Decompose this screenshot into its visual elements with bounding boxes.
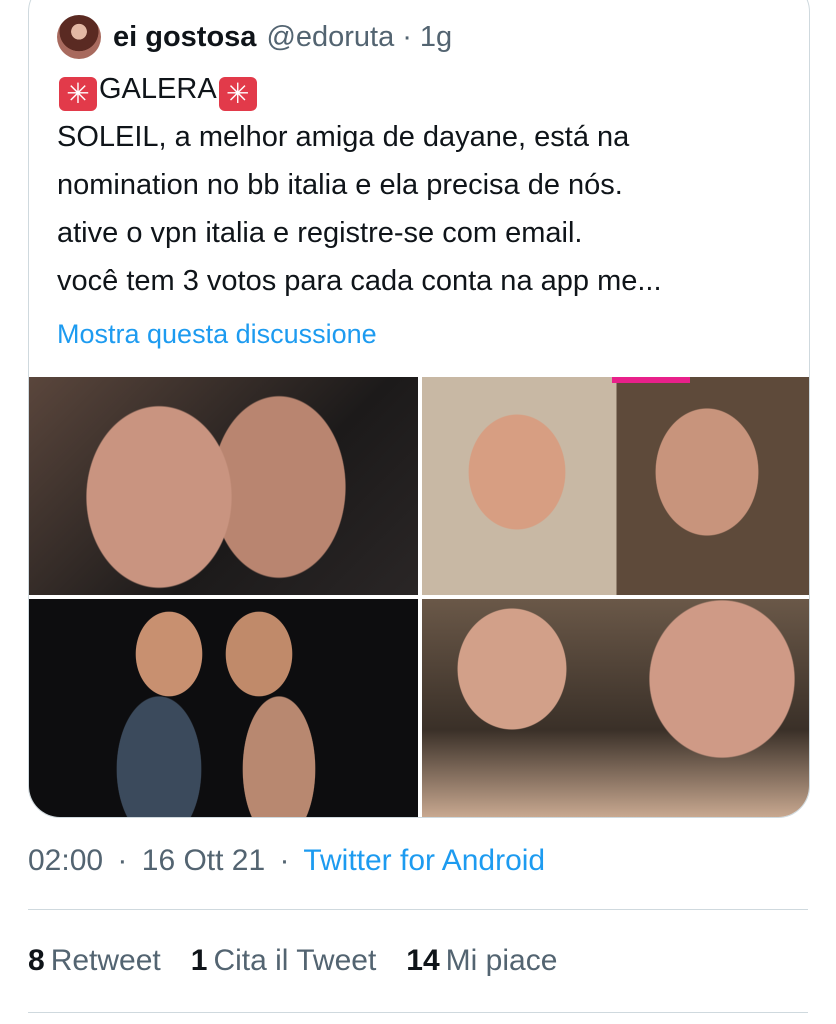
header-separator: · — [402, 20, 412, 53]
tweet-source-link[interactable]: Twitter for Android — [303, 844, 545, 877]
retweets-count: 8 — [28, 944, 45, 977]
text-line-galera: ✳ GALERA ✳ — [57, 65, 797, 113]
quoted-tweet-card[interactable]: ei gostosa @edoruta · 1g ✳ GALERA ✳ SOLEIL… — [28, 0, 810, 818]
quoted-tweet-header: ei gostosa @edoruta · 1g — [57, 15, 452, 59]
media-photo-3[interactable] — [29, 599, 418, 817]
tweet-time[interactable]: 02:00 — [28, 844, 103, 877]
user-handle[interactable]: @edoruta — [266, 21, 394, 54]
meta-separator: · — [279, 844, 290, 877]
quotes-count: 1 — [190, 944, 208, 977]
tweet-date[interactable]: 16 Ott 21 — [142, 844, 265, 877]
text-line: você tem 3 votos para cada conta na app … — [57, 265, 662, 297]
galera-word: GALERA — [99, 73, 217, 105]
media-grid — [29, 377, 809, 817]
tweet-time-ago[interactable]: 1g — [420, 21, 452, 54]
retweets-label: Retweet — [50, 944, 161, 977]
quotes-stat[interactable]: 1 Cita il Tweet — [191, 944, 377, 978]
tweet-metadata: 02:00 · 16 Ott 21 · Twitter for Android — [28, 844, 545, 878]
siren-icon: ✳ — [218, 77, 257, 111]
likes-label: Mi piace — [445, 944, 558, 977]
quotes-label: Cita il Tweet — [213, 944, 377, 977]
text-line: ative o vpn italia e registre-se com ema… — [57, 217, 583, 249]
show-thread-link[interactable]: Mostra questa discussione — [57, 319, 377, 350]
siren-icon: ✳ — [59, 77, 97, 111]
engagement-stats: 8 Retweet 1 Cita il Tweet 14 Mi piace — [28, 944, 587, 978]
text-line: nomination no bb italia e ela precisa de… — [57, 169, 623, 201]
quoted-tweet-text: ✳ GALERA ✳ SOLEIL, a melhor amiga de dayan… — [57, 65, 797, 305]
text-line: SOLEIL, a melhor amiga de dayane, está n… — [57, 121, 630, 153]
divider — [28, 1012, 808, 1013]
divider — [28, 909, 808, 910]
media-photo-1[interactable] — [29, 377, 418, 595]
display-name[interactable]: ei gostosa — [113, 21, 256, 54]
media-photo-4[interactable] — [422, 599, 809, 817]
media-photo-2[interactable] — [422, 377, 809, 595]
likes-count: 14 — [406, 944, 440, 977]
likes-stat[interactable]: 14 Mi piace — [406, 944, 557, 978]
retweets-stat[interactable]: 8 Retweet — [28, 944, 161, 978]
avatar[interactable] — [57, 15, 101, 59]
meta-separator: · — [117, 844, 128, 877]
